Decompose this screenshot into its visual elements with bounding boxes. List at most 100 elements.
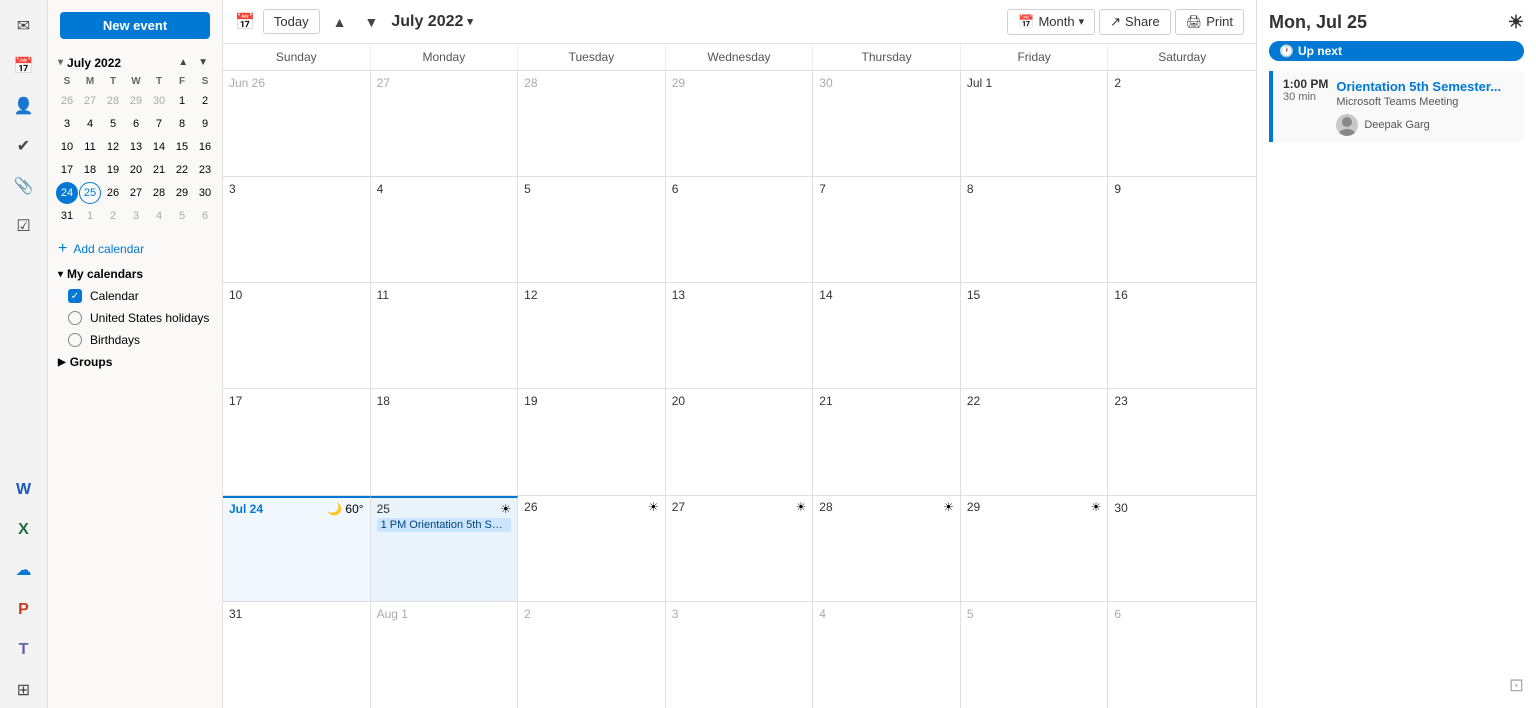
mini-cal-day[interactable]: 26 [102,182,124,204]
mini-cal-day[interactable]: 4 [148,205,170,227]
today-button[interactable]: Today [263,9,320,34]
cell-jun27[interactable]: 27 [371,71,519,176]
people-icon[interactable]: 👤 [6,88,42,124]
mini-cal-day[interactable]: 28 [148,182,170,204]
cell-18[interactable]: 18 [371,389,519,494]
mini-cal-day[interactable]: 16 [194,136,216,158]
mini-cal-day[interactable]: 2 [102,205,124,227]
month-view-button[interactable]: 📅 Month ▾ [1007,9,1095,35]
calendar-item-birthdays[interactable]: Birthdays [48,329,222,351]
cell-aug1[interactable]: Aug 1 [371,602,519,708]
groups-section[interactable]: ▶ Groups [48,351,222,373]
cell-27[interactable]: 27 ☀ [666,496,814,601]
mini-cal-day[interactable]: 19 [102,159,124,181]
mini-cal-day[interactable]: 29 [171,182,193,204]
cell-jun26[interactable]: Jun 26 [223,71,371,176]
cell-29[interactable]: 29 ☀ [961,496,1109,601]
cell-4[interactable]: 4 [371,177,519,282]
mini-cal-day[interactable]: 1 [171,90,193,112]
cell-31[interactable]: 31 [223,602,371,708]
cell-9[interactable]: 9 [1108,177,1256,282]
mini-cal-day[interactable]: 2 [194,90,216,112]
mini-cal-day[interactable]: 7 [148,113,170,135]
mail-icon[interactable]: ✉ [6,8,42,44]
mini-cal-day[interactable]: 30 [148,90,170,112]
mini-cal-day[interactable]: 10 [56,136,78,158]
cell-aug3[interactable]: 3 [666,602,814,708]
mini-cal-day[interactable]: 3 [125,205,147,227]
cell-16[interactable]: 16 [1108,283,1256,388]
cell-jul1[interactable]: Jul 1 [961,71,1109,176]
cell-19[interactable]: 19 [518,389,666,494]
calendar-icon[interactable]: 📅 [6,48,42,84]
mini-cal-day[interactable]: 3 [56,113,78,135]
cell-jul2[interactable]: 2 [1108,71,1256,176]
cell-28[interactable]: 28 ☀ [813,496,961,601]
collapse-right-panel-icon[interactable]: ⊡ [1509,675,1524,695]
mini-cal-day[interactable]: 9 [194,113,216,135]
word-icon[interactable]: W [6,472,42,508]
mini-cal-next-btn[interactable]: ▼ [194,55,212,70]
cell-jun28[interactable]: 28 [518,71,666,176]
mini-cal-day[interactable]: 1 [79,205,101,227]
cell-8[interactable]: 8 [961,177,1109,282]
event-detail-card[interactable]: 1:00 PM 30 min Orientation 5th Semester.… [1269,71,1524,142]
mini-cal-day[interactable]: 13 [125,136,147,158]
my-calendars-section[interactable]: ▾ My calendars [48,263,222,285]
cell-aug5[interactable]: 5 [961,602,1109,708]
mini-cal-day[interactable]: 5 [102,113,124,135]
onedrive-icon[interactable]: ☁ [6,552,42,588]
cell-14[interactable]: 14 [813,283,961,388]
mini-cal-day[interactable]: 30 [194,182,216,204]
mini-cal-day[interactable]: 15 [171,136,193,158]
cell-25-selected[interactable]: 25 ☀ 1 PM Orientation 5th Semeste [371,496,519,601]
mini-cal-day[interactable]: 31 [56,205,78,227]
mini-cal-day[interactable]: 6 [125,113,147,135]
current-month-year[interactable]: July 2022 ▾ [391,13,473,31]
cell-22[interactable]: 22 [961,389,1109,494]
mini-cal-day[interactable]: 27 [79,90,101,112]
calendar-item-us-holidays[interactable]: United States holidays [48,307,222,329]
mini-cal-day[interactable]: 17 [56,159,78,181]
add-calendar-button[interactable]: + Add calendar [48,235,222,263]
calendar-item-calendar[interactable]: ✓ Calendar [48,285,222,307]
cell-23[interactable]: 23 [1108,389,1256,494]
cell-aug6[interactable]: 6 [1108,602,1256,708]
powerpoint-icon[interactable]: P [6,592,42,628]
event-item-orientation[interactable]: 1 PM Orientation 5th Semeste [377,518,512,532]
mini-cal-day[interactable]: 5 [171,205,193,227]
cell-24-today[interactable]: Jul 24 🌙 60° [223,496,371,601]
excel-icon[interactable]: X [6,512,42,548]
apps-icon[interactable]: ⊞ [6,672,42,708]
mini-cal-day[interactable]: 22 [171,159,193,181]
mini-cal-day[interactable]: 4 [79,113,101,135]
cell-13[interactable]: 13 [666,283,814,388]
cell-30[interactable]: 30 [1108,496,1256,601]
mini-cal-day[interactable]: 21 [148,159,170,181]
mini-cal-prev-btn[interactable]: ▲ [174,55,192,70]
tasks-icon[interactable]: ✔ [6,128,42,164]
cell-jun29[interactable]: 29 [666,71,814,176]
cell-11[interactable]: 11 [371,283,519,388]
cell-26[interactable]: 26 ☀ [518,496,666,601]
event-title[interactable]: Orientation 5th Semester... [1336,79,1514,94]
cell-5[interactable]: 5 [518,177,666,282]
mini-cal-day[interactable]: 28 [102,90,124,112]
mini-cal-title[interactable]: ▾ July 2022 [58,56,121,70]
prev-month-button[interactable]: ▲ [328,11,352,33]
mini-cal-day[interactable]: 14 [148,136,170,158]
mini-cal-today[interactable]: 24 [56,182,78,204]
next-month-button[interactable]: ▼ [359,11,383,33]
attachments-icon[interactable]: 📎 [6,168,42,204]
mini-cal-day[interactable]: 18 [79,159,101,181]
share-button[interactable]: ↗ Share [1099,9,1171,35]
cell-21[interactable]: 21 [813,389,961,494]
mini-cal-selected-day[interactable]: 25 [79,182,101,204]
mini-cal-day[interactable]: 12 [102,136,124,158]
cell-10[interactable]: 10 [223,283,371,388]
cell-17[interactable]: 17 [223,389,371,494]
mini-cal-day[interactable]: 11 [79,136,101,158]
cell-7[interactable]: 7 [813,177,961,282]
mini-cal-day[interactable]: 26 [56,90,78,112]
mini-cal-day[interactable]: 6 [194,205,216,227]
